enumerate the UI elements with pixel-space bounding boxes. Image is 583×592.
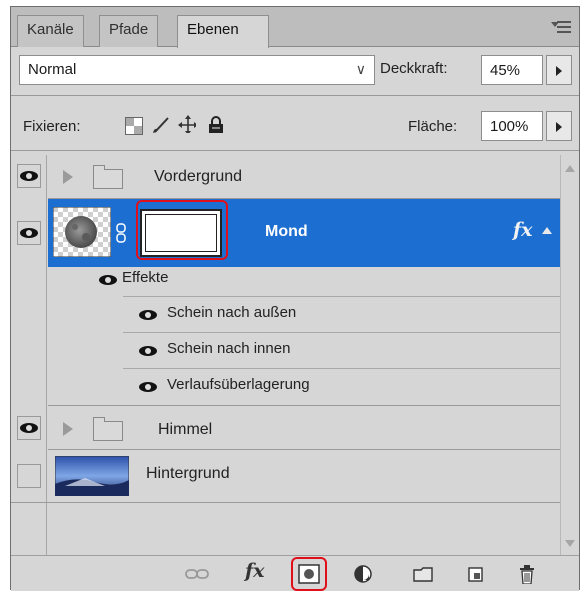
eye-icon [20,228,38,238]
link-layers-icon[interactable] [185,564,209,584]
tab-kanaele[interactable]: Kanäle [17,15,84,47]
chain-link-icon[interactable] [116,223,126,243]
visibility-toggle[interactable] [17,221,41,245]
eye-icon[interactable] [99,275,117,285]
highlight-mask-button [291,557,327,591]
highlight-mask-frame [136,200,228,260]
panel-tab-bar: Kanäle Pfade Ebenen [11,7,579,48]
layer-thumbnail [53,207,111,257]
blend-mode-value: Normal [28,61,77,78]
layer-row-hintergrund[interactable]: Hintergrund [11,450,562,502]
fill-arrow-button[interactable] [546,111,572,141]
layer-name: Hintergrund [146,465,230,482]
effect-item[interactable]: Schein nach außen [167,304,296,321]
chevron-down-icon: ∨ [355,61,366,77]
new-group-icon[interactable] [412,564,434,584]
fx-icon[interactable]: fx [245,560,265,582]
layers-panel: Kanäle Pfade Ebenen Normal ∨ Deckkraft: … [10,6,580,591]
folder-icon [93,417,123,441]
scroll-up-icon[interactable] [565,165,575,172]
eye-icon[interactable] [139,346,157,356]
adjustment-layer-icon[interactable] [353,564,377,584]
visibility-toggle[interactable] [17,464,41,488]
lock-image-pixels-icon[interactable] [151,115,169,133]
visibility-toggle[interactable] [17,416,41,440]
layer-thumbnail [55,456,129,496]
lock-position-icon[interactable] [178,115,196,133]
effect-item[interactable]: Verlaufsüberlagerung [167,376,310,393]
tab-pfade[interactable]: Pfade [99,15,159,47]
expand-triangle-icon[interactable] [63,422,73,436]
lock-label: Fixieren: [23,118,81,135]
layer-name: Mond [265,223,308,240]
effect-item[interactable]: Schein nach innen [167,340,290,357]
layer-name: Himmel [158,421,213,438]
scroll-down-icon[interactable] [565,540,575,547]
layer-list: Vordergrund Mond fx Effekte Schein nach … [11,155,562,555]
tab-ebenen[interactable]: Ebenen [177,15,269,48]
eye-icon [20,423,38,433]
delete-layer-icon[interactable] [518,564,536,584]
eye-icon[interactable] [139,310,157,320]
lock-transparent-pixels-icon[interactable] [125,117,143,135]
opacity-arrow-button[interactable] [546,55,572,85]
lock-all-icon[interactable] [207,115,225,133]
eye-icon[interactable] [139,382,157,392]
new-layer-icon[interactable] [466,564,486,584]
layer-row-himmel[interactable]: Himmel [11,406,562,450]
eye-icon [20,171,38,181]
fill-label: Fläche: [408,118,458,135]
layer-row-mond[interactable]: Mond fx [48,199,562,267]
expand-triangle-icon[interactable] [63,170,73,184]
folder-icon [93,165,123,189]
layer-name: Vordergrund [154,168,243,185]
fx-icon[interactable]: fx [513,219,533,241]
opacity-field[interactable]: 45% [481,55,543,85]
effects-header: Effekte [122,269,169,286]
opacity-label: Deckkraft: [380,60,448,77]
visibility-toggle[interactable] [17,164,41,188]
fill-field[interactable]: 100% [481,111,543,141]
layer-list-scrollbar[interactable] [560,155,579,555]
layers-bottom-toolbar: fx [11,555,579,591]
panel-menu-icon[interactable] [551,19,573,35]
blend-mode-select[interactable]: Normal ∨ [19,55,375,85]
layer-row-vordergrund[interactable]: Vordergrund [11,155,562,199]
collapse-effects-icon[interactable] [542,227,552,234]
